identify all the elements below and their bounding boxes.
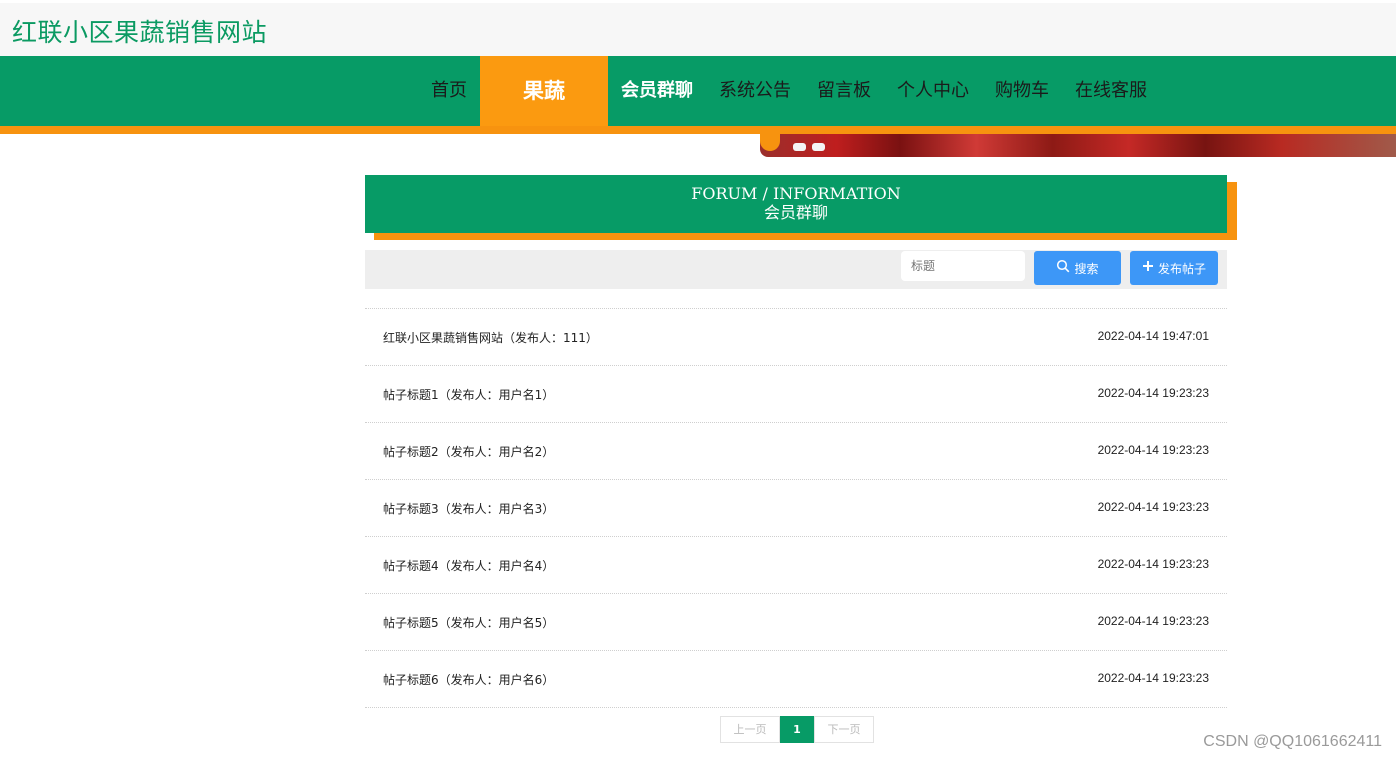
post-time: 2022-04-14 19:23:23	[1097, 671, 1209, 685]
plus-icon	[1142, 260, 1154, 276]
post-row[interactable]: 帖子标题2（发布人：用户名2） 2022-04-14 19:23:23	[365, 422, 1227, 479]
banner-carousel	[760, 134, 1396, 157]
post-title[interactable]: 帖子标题6（发布人：用户名6）	[383, 671, 554, 688]
nav-item-message-board[interactable]: 留言板	[804, 56, 884, 126]
post-time: 2022-04-14 19:23:23	[1097, 614, 1209, 628]
forum-heading: FORUM / INFORMATION 会员群聊	[365, 175, 1227, 233]
nav-item-personal-center[interactable]: 个人中心	[884, 56, 982, 126]
nav-items: 首页 果蔬 会员群聊 系统公告 留言板 个人中心 购物车 在线客服	[418, 56, 1160, 126]
nav-item-produce[interactable]: 果蔬	[480, 56, 608, 126]
forum-heading-en: FORUM / INFORMATION	[691, 184, 901, 203]
carousel-dot-1[interactable]	[793, 143, 806, 151]
post-time: 2022-04-14 19:23:23	[1097, 386, 1209, 400]
main-navbar: 首页 果蔬 会员群聊 系统公告 留言板 个人中心 购物车 在线客服	[0, 56, 1396, 126]
forum-heading-cn: 会员群聊	[763, 203, 828, 222]
nav-item-home[interactable]: 首页	[418, 56, 480, 126]
post-row[interactable]: 红联小区果蔬销售网站（发布人：111） 2022-04-14 19:47:01	[365, 308, 1227, 365]
post-title[interactable]: 帖子标题3（发布人：用户名3）	[383, 500, 554, 517]
post-time: 2022-04-14 19:23:23	[1097, 443, 1209, 457]
post-title[interactable]: 红联小区果蔬销售网站（发布人：111）	[383, 329, 598, 346]
carousel-dot-2[interactable]	[812, 143, 825, 151]
post-time: 2022-04-14 19:47:01	[1097, 329, 1209, 343]
post-row[interactable]: 帖子标题5（发布人：用户名5） 2022-04-14 19:23:23	[365, 593, 1227, 650]
page-number-current[interactable]: 1	[780, 716, 814, 743]
watermark: CSDN @QQ1061662411	[1203, 733, 1382, 750]
post-title[interactable]: 帖子标题2（发布人：用户名2）	[383, 443, 554, 460]
nav-item-member-chat[interactable]: 会员群聊	[608, 56, 706, 126]
search-button-label: 搜索	[1074, 261, 1099, 276]
site-title: 红联小区果蔬销售网站	[12, 18, 268, 47]
publish-post-button[interactable]: 发布帖子	[1130, 251, 1218, 285]
publish-post-label: 发布帖子	[1157, 261, 1206, 276]
post-row[interactable]: 帖子标题6（发布人：用户名6） 2022-04-14 19:23:23	[365, 650, 1227, 708]
post-list: 红联小区果蔬销售网站（发布人：111） 2022-04-14 19:47:01 …	[365, 308, 1227, 708]
next-page-button[interactable]: 下一页	[814, 716, 874, 743]
post-row[interactable]: 帖子标题4（发布人：用户名4） 2022-04-14 19:23:23	[365, 536, 1227, 593]
post-time: 2022-04-14 19:23:23	[1097, 557, 1209, 571]
post-title[interactable]: 帖子标题5（发布人：用户名5）	[383, 614, 554, 631]
search-button[interactable]: 搜索	[1034, 251, 1121, 285]
pagination: 上一页 1 下一页	[720, 716, 874, 743]
banner-tab	[760, 134, 780, 151]
post-time: 2022-04-14 19:23:23	[1097, 500, 1209, 514]
post-title[interactable]: 帖子标题1（发布人：用户名1）	[383, 386, 554, 403]
post-title[interactable]: 帖子标题4（发布人：用户名4）	[383, 557, 554, 574]
nav-item-cart[interactable]: 购物车	[982, 56, 1062, 126]
site-header: 红联小区果蔬销售网站	[0, 3, 1396, 57]
nav-item-announcements[interactable]: 系统公告	[706, 56, 804, 126]
nav-underline	[0, 126, 1396, 134]
search-bar: 搜索 发布帖子	[365, 250, 1227, 289]
prev-page-button[interactable]: 上一页	[720, 716, 780, 743]
post-row[interactable]: 帖子标题1（发布人：用户名1） 2022-04-14 19:23:23	[365, 365, 1227, 422]
search-icon	[1056, 259, 1070, 277]
nav-item-customer-service[interactable]: 在线客服	[1062, 56, 1160, 126]
post-row[interactable]: 帖子标题3（发布人：用户名3） 2022-04-14 19:23:23	[365, 479, 1227, 536]
search-input[interactable]	[901, 251, 1025, 281]
